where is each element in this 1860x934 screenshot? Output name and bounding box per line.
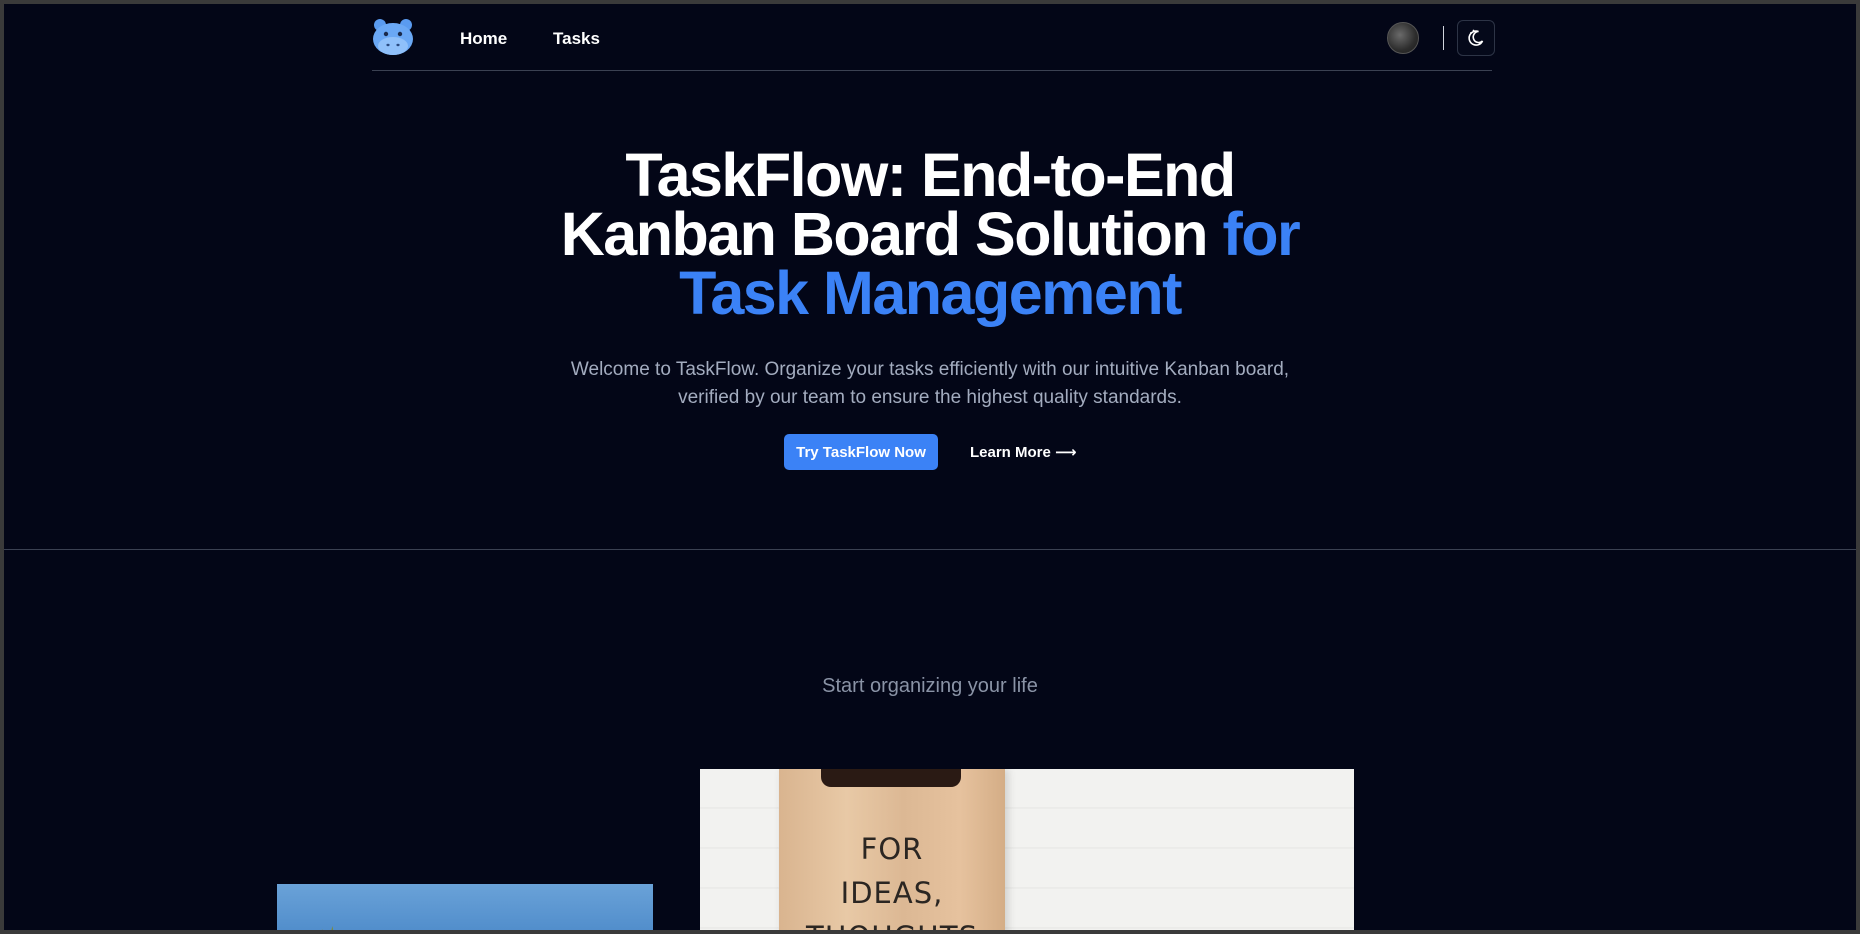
clipboard-text-line3: THOUGHTS <box>806 920 978 930</box>
hero-title-accent-for: for <box>1222 200 1300 268</box>
hero-title-accent-task-management: Task Management <box>679 259 1182 327</box>
page: Home Tasks TaskFlow: End-to-End Kanban B… <box>4 4 1856 930</box>
hero-title: TaskFlow: End-to-End Kanban Board Soluti… <box>4 145 1856 324</box>
user-avatar[interactable] <box>1387 22 1419 54</box>
nav-home-link[interactable]: Home <box>460 29 507 49</box>
theme-toggle-button[interactable] <box>1457 20 1495 56</box>
hero-subtitle-line1: Welcome to TaskFlow. Organize your tasks… <box>570 359 1290 380</box>
clipboard-text-line2: IDEAS, <box>840 876 944 910</box>
nav-divider <box>1443 26 1444 50</box>
hippo-logo-icon[interactable] <box>372 18 414 56</box>
hero-subtitle-line2: verified by our team to ensure the highe… <box>678 387 1182 408</box>
clipboard-clip <box>821 769 961 787</box>
clipboard-photo: FOR IDEAS, THOUGHTS <box>700 769 1354 930</box>
section-divider <box>4 549 1856 550</box>
clipboard-text: FOR IDEAS, THOUGHTS <box>779 827 1005 930</box>
top-navbar: Home Tasks <box>372 4 1495 71</box>
moon-sun-icon <box>1468 29 1484 46</box>
try-taskflow-button[interactable]: Try TaskFlow Now <box>784 434 938 470</box>
learn-more-link[interactable]: Learn More ⟶ <box>970 443 1077 461</box>
hero-title-line2: Kanban Board Solution <box>560 200 1223 268</box>
clipboard-text-line1: FOR <box>860 832 924 866</box>
sky-photo <box>277 884 653 930</box>
nav-tasks-link[interactable]: Tasks <box>553 29 600 49</box>
hero-subtitle: Welcome to TaskFlow. Organize your tasks… <box>4 356 1856 412</box>
hero-title-line1: TaskFlow: End-to-End <box>625 141 1236 209</box>
tree-shape <box>317 926 351 930</box>
section-title: Start organizing your life <box>822 675 1038 697</box>
clipboard: FOR IDEAS, THOUGHTS <box>779 769 1005 930</box>
